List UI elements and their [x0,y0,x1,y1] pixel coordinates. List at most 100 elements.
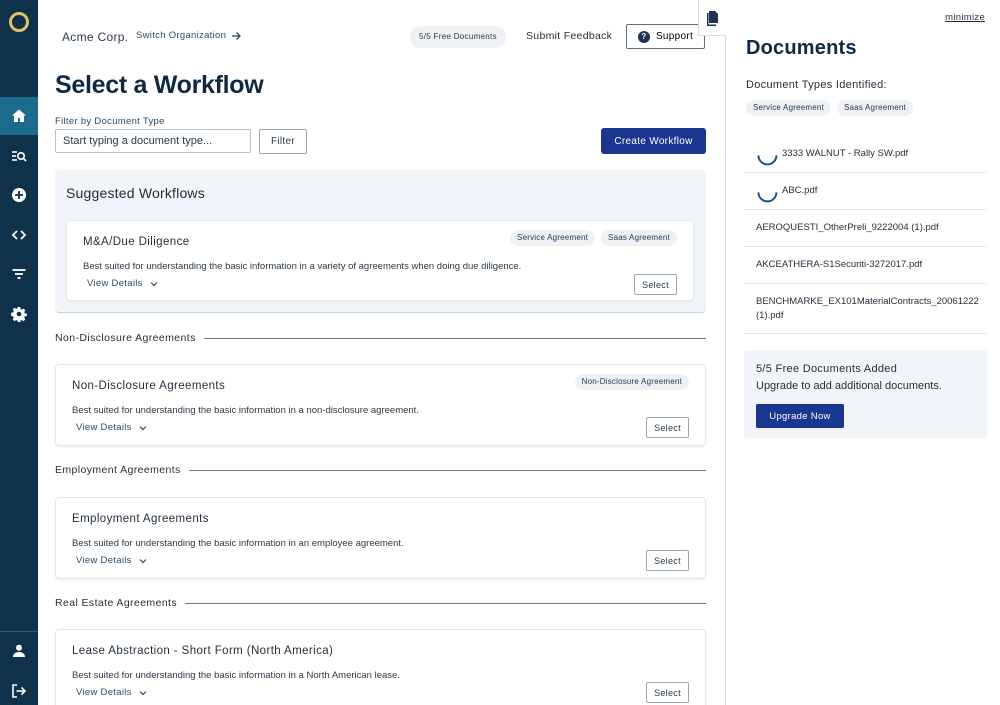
upgrade-now-button[interactable]: Upgrade Now [756,404,844,428]
view-details-label: View Details [87,278,143,289]
nav-logout[interactable] [0,672,38,705]
loading-spinner-icon [753,178,782,207]
settings-icon [11,307,27,322]
logo-icon[interactable] [9,12,29,32]
left-rail [0,0,38,705]
workflow-tag: Service Agreement [510,230,596,246]
document-type-filter-input[interactable] [55,129,251,153]
section-heading-employment: Employment Agreements [55,464,706,476]
nav-home[interactable] [0,97,38,135]
document-type-tag: Service Agreement [746,100,831,116]
workflow-title: M&A/Due Diligence [83,236,190,248]
submit-feedback-link[interactable]: Submit Feedback [526,30,612,42]
workflow-card-ma-due-diligence: M&A/Due Diligence Service Agreement Saas… [66,220,694,301]
document-item[interactable]: ABC.pdf [744,173,987,210]
nav-search-documents[interactable] [0,137,38,175]
chevron-down-icon [150,281,158,286]
suggested-workflows-title: Suggested Workflows [66,185,205,201]
workflow-description: Best suited for understanding the basic … [72,670,400,681]
workflow-description: Best suited for understanding the basic … [72,405,419,416]
organization-name: Acme Corp. [62,30,129,44]
select-workflow-button[interactable]: Select [634,274,677,295]
filter-button[interactable]: Filter [259,129,307,154]
documents-panel: minimize Documents Document Types Identi… [698,0,1000,705]
home-icon [12,109,26,122]
documents-icon [706,10,718,26]
view-details-toggle[interactable]: View Details [76,422,147,433]
main-content: Acme Corp. Switch Organization 5/5 Free … [38,0,725,705]
document-item[interactable]: BENCHMARKE_EX101MaterialContracts_200612… [744,284,987,334]
view-details-toggle[interactable]: View Details [76,687,147,698]
section-heading-label: Employment Agreements [55,464,181,476]
top-bar: Acme Corp. Switch Organization 5/5 Free … [38,0,725,72]
view-details-toggle[interactable]: View Details [76,555,147,566]
document-name: BENCHMARKE_EX101MaterialContracts_200612… [756,295,979,321]
workflow-card-nda: Non-Disclosure Agreements Non-Disclosure… [55,364,706,446]
document-item[interactable]: AEROQUESTI_OtherPreli_9222004 (1).pdf [744,210,987,247]
workflow-description: Best suited for understanding the basic … [72,538,404,549]
workflow-tags: Non-Disclosure Agreement [574,374,689,390]
logout-icon [12,684,27,698]
select-workflow-button[interactable]: Select [646,682,689,703]
code-icon [11,230,27,240]
user-icon [13,644,25,657]
document-types-list: Service Agreement Saas Agreement [746,100,913,116]
support-button[interactable]: ? Support [626,24,705,49]
help-icon: ? [637,30,650,43]
nav-filter[interactable] [0,255,38,293]
workflow-title: Employment Agreements [72,513,209,525]
filter-icon [12,269,26,279]
free-documents-badge: 5/5 Free Documents [410,26,506,48]
switch-organization-link[interactable]: Switch Organization [136,30,242,41]
document-name: AEROQUESTI_OtherPreli_9222004 (1).pdf [756,222,939,233]
document-name: AKCEATHERA-S1Securiti-3272017.pdf [756,259,923,270]
section-divider [185,602,706,604]
documents-tab[interactable] [698,0,726,36]
document-name: 3333 WALNUT - Rally SW.pdf [782,148,909,159]
document-types-label: Document Types Identified: [746,79,887,91]
suggested-workflows: Suggested Workflows M&A/Due Diligence Se… [55,170,706,313]
section-heading-real-estate: Real Estate Agreements [55,597,706,609]
support-label: Support [655,31,694,42]
view-details-toggle[interactable]: View Details [87,278,158,289]
workflow-card-employment: Employment Agreements Best suited for un… [55,497,706,579]
upgrade-notice: 5/5 Free Documents Added Upgrade to add … [744,350,987,438]
arrow-right-icon [232,31,242,40]
create-workflow-button[interactable]: Create Workflow [601,128,706,154]
documents-panel-title: Documents [746,37,857,59]
nav-code[interactable] [0,216,38,254]
workflow-tags: Service Agreement Saas Agreement [510,230,677,246]
document-item[interactable]: 3333 WALNUT - Rally SW.pdf [744,136,987,173]
section-divider [188,469,706,471]
view-details-label: View Details [76,422,132,433]
nav-user[interactable] [0,632,38,670]
minimize-panel-link[interactable]: minimize [945,12,985,23]
view-details-label: View Details [76,555,132,566]
view-details-label: View Details [76,687,132,698]
select-workflow-button[interactable]: Select [646,417,689,438]
workflow-title: Non-Disclosure Agreements [72,380,226,392]
search-list-icon [12,151,27,162]
section-heading-nda: Non-Disclosure Agreements [55,332,706,344]
chevron-down-icon [139,690,147,695]
document-list: 3333 WALNUT - Rally SW.pdf ABC.pdf AEROQ… [744,136,987,334]
workflow-title: Lease Abstraction - Short Form (North Am… [72,645,334,657]
section-heading-label: Non-Disclosure Agreements [55,332,196,344]
chevron-down-icon [139,425,147,430]
nav-settings[interactable] [0,295,38,333]
select-workflow-button[interactable]: Select [646,550,689,571]
add-circle-icon [12,188,26,202]
page-title: Select a Workflow [55,71,264,99]
section-heading-label: Real Estate Agreements [55,597,178,609]
switch-organization-label: Switch Organization [136,30,227,41]
filter-label: Filter by Document Type [55,116,165,127]
nav-add[interactable] [0,176,38,214]
workflow-card-lease-abstraction: Lease Abstraction - Short Form (North Am… [55,629,706,705]
loading-spinner-icon [753,141,782,170]
document-type-tag: Saas Agreement [837,100,913,116]
chevron-down-icon [139,558,147,563]
document-name: ABC.pdf [782,185,818,196]
document-item[interactable]: AKCEATHERA-S1Securiti-3272017.pdf [744,247,987,284]
upgrade-subtitle: Upgrade to add additional documents. [756,380,942,392]
workflow-tag: Saas Agreement [601,230,677,246]
